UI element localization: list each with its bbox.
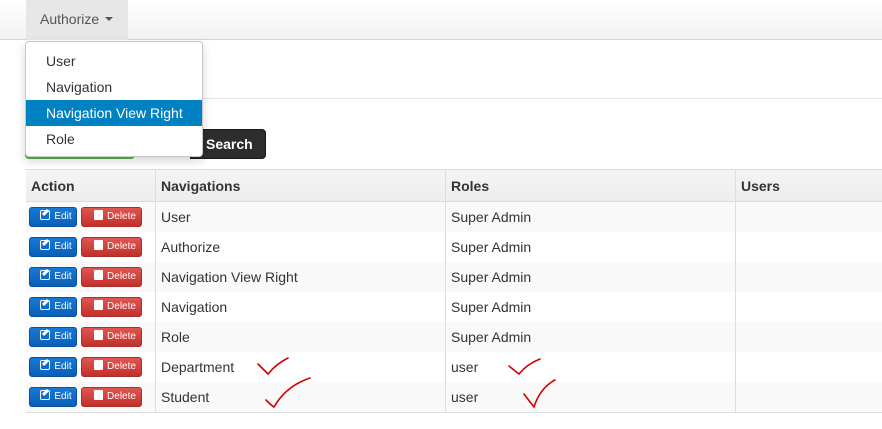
edit-icon [40, 390, 51, 400]
action-cell: Edit Delete [26, 382, 156, 412]
edit-icon [40, 210, 51, 220]
edit-button[interactable]: Edit [29, 327, 77, 347]
edit-icon [40, 360, 51, 370]
delete-button[interactable]: Delete [81, 297, 142, 317]
edit-button[interactable]: Edit [29, 387, 77, 407]
delete-button[interactable]: Delete [81, 387, 142, 407]
header-users: Users [736, 170, 882, 202]
header-roles: Roles [446, 170, 736, 202]
edit-button[interactable]: Edit [29, 237, 77, 257]
delete-button[interactable]: Delete [81, 327, 142, 347]
permissions-table: Action Navigations Roles Users Edit Dele… [25, 169, 882, 413]
user-cell [736, 202, 882, 232]
user-cell [736, 322, 882, 352]
role-cell: user [446, 382, 736, 412]
delete-button[interactable]: Delete [81, 357, 142, 377]
role-cell: Super Admin [446, 322, 736, 352]
trash-icon [94, 210, 104, 220]
trash-icon [94, 270, 104, 280]
trash-icon [94, 240, 104, 250]
edit-icon [40, 330, 51, 340]
dropdown-item-role[interactable]: Role [26, 126, 202, 152]
authorize-dropdown-menu: User Navigation Navigation View Right Ro… [25, 41, 203, 157]
dropdown-item-user[interactable]: User [26, 48, 202, 74]
navigation-cell: Authorize [156, 232, 446, 262]
user-cell [736, 352, 882, 382]
delete-button[interactable]: Delete [81, 237, 142, 257]
table-row: Edit Delete Navigation Super Admin [26, 292, 882, 322]
trash-icon [94, 300, 104, 310]
edit-icon [40, 270, 51, 280]
header-action: Action [26, 170, 156, 202]
table-row: Edit Delete Authorize Super Admin [26, 232, 882, 262]
dropdown-item-navigation-view-right[interactable]: Navigation View Right [26, 100, 202, 126]
action-cell: Edit Delete [26, 232, 156, 262]
table-row: Edit Delete Role Super Admin [26, 322, 882, 352]
user-cell [736, 232, 882, 262]
dropdown-item-navigation[interactable]: Navigation [26, 74, 202, 100]
role-cell: Super Admin [446, 232, 736, 262]
table-row: Edit Delete Student user [26, 382, 882, 412]
action-cell: Edit Delete [26, 262, 156, 292]
edit-button[interactable]: Edit [29, 357, 77, 377]
table-bottom-border [26, 412, 882, 413]
edit-button[interactable]: Edit [29, 267, 77, 287]
edit-icon [40, 240, 51, 250]
red-checkmark-icon [257, 357, 289, 376]
edit-icon [40, 300, 51, 310]
navigation-cell: Navigation View Right [156, 262, 446, 292]
navigation-cell: Role [156, 322, 446, 352]
action-cell: Edit Delete [26, 322, 156, 352]
red-checkmark-icon [508, 358, 541, 376]
role-cell: user [446, 352, 736, 382]
authorize-menu-toggle[interactable]: Authorize [26, 0, 128, 40]
navigation-cell: Navigation [156, 292, 446, 322]
delete-button[interactable]: Delete [81, 207, 142, 227]
table-row: Edit Delete Department user [26, 352, 882, 382]
table-row: Edit Delete User Super Admin [26, 202, 882, 232]
edit-button[interactable]: Edit [29, 297, 77, 317]
trash-icon [94, 360, 104, 370]
action-cell: Edit Delete [26, 202, 156, 232]
role-cell: Super Admin [446, 292, 736, 322]
trash-icon [94, 390, 104, 400]
user-cell [736, 292, 882, 322]
header-navigations: Navigations [156, 170, 446, 202]
user-cell [736, 382, 882, 412]
user-cell [736, 262, 882, 292]
action-cell: Edit Delete [26, 292, 156, 322]
role-cell: Super Admin [446, 202, 736, 232]
caret-down-icon [105, 17, 113, 21]
navigation-cell: User [156, 202, 446, 232]
red-checkmark-icon [523, 379, 556, 409]
red-checkmark-icon [265, 377, 311, 409]
edit-button[interactable]: Edit [29, 207, 77, 227]
authorize-menu-label: Authorize [40, 11, 100, 27]
trash-icon [94, 330, 104, 340]
table-header: Action Navigations Roles Users [26, 170, 882, 202]
action-cell: Edit Delete [26, 352, 156, 382]
role-cell: Super Admin [446, 262, 736, 292]
table-row: Edit Delete Navigation View Right Super … [26, 262, 882, 292]
navbar: Authorize [0, 0, 882, 40]
delete-button[interactable]: Delete [81, 267, 142, 287]
